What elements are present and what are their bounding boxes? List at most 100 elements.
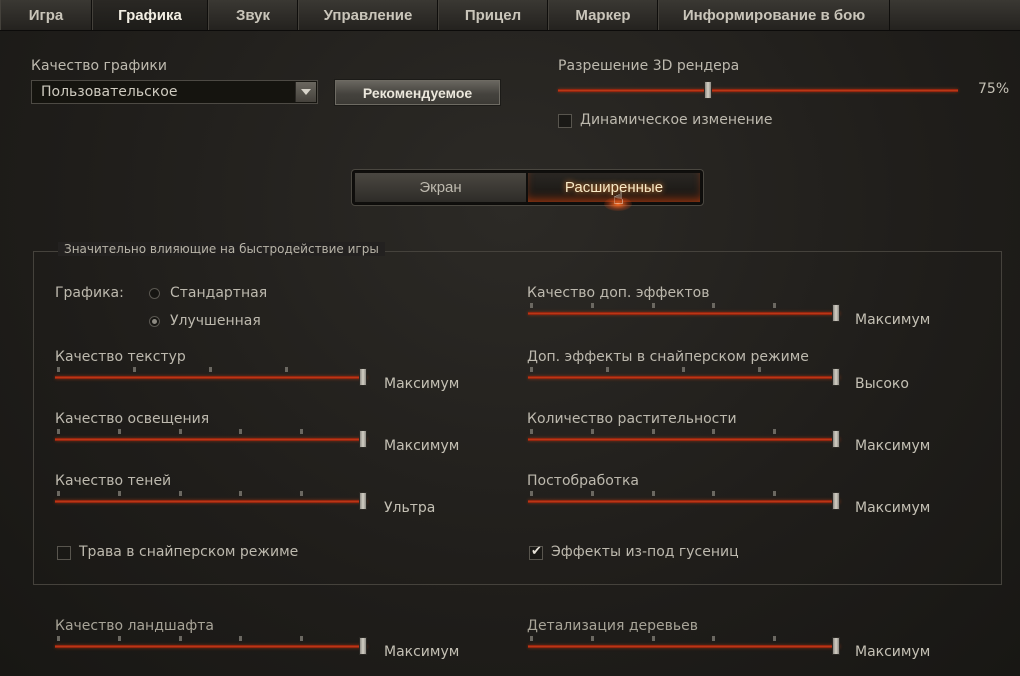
sniper-effects-label: Доп. эффекты в снайперском режиме	[527, 349, 809, 365]
effects-quality-slider[interactable]	[528, 303, 840, 323]
slider-tick	[57, 491, 60, 496]
vegetation-amount-value: Максимум	[855, 438, 931, 454]
tree-detail-value: Максимум	[855, 644, 931, 660]
slider-track	[528, 500, 840, 503]
shadow-quality-slider[interactable]	[55, 491, 367, 511]
slider-tick	[591, 303, 594, 308]
slider-thumb[interactable]	[832, 430, 840, 448]
slider-tick	[300, 636, 303, 641]
slider-tick	[591, 636, 594, 641]
slider-tick	[712, 636, 715, 641]
slider-tick	[591, 429, 594, 434]
terrain-quality-value: Максимум	[384, 644, 460, 660]
slider-track	[558, 89, 958, 92]
slider-track	[528, 376, 840, 379]
slider-tick	[652, 491, 655, 496]
vegetation-amount-slider[interactable]	[528, 429, 840, 449]
slider-tick	[209, 367, 212, 372]
slider-thumb[interactable]	[832, 492, 840, 510]
slider-tick	[239, 429, 242, 434]
tab-game[interactable]: Игра	[0, 0, 92, 30]
slider-tick	[57, 367, 60, 372]
slider-tick	[758, 367, 761, 372]
slider-thumb[interactable]	[359, 492, 367, 510]
graphics-subtabs: Экран Расширенные	[352, 170, 703, 205]
postprocessing-slider[interactable]	[528, 491, 840, 511]
slider-thumb[interactable]	[832, 304, 840, 322]
tree-detail-slider[interactable]	[528, 636, 840, 656]
slider-thumb[interactable]	[832, 637, 840, 655]
radio-standard[interactable]	[149, 288, 160, 299]
slider-thumb[interactable]	[704, 81, 712, 99]
slider-track	[55, 376, 367, 379]
slider-tick	[606, 367, 609, 372]
slider-thumb[interactable]	[359, 637, 367, 655]
slider-tick	[712, 491, 715, 496]
shadow-quality-value: Ультра	[384, 500, 436, 516]
dynamic-resolution-checkbox[interactable]	[558, 114, 572, 128]
slider-tick	[591, 491, 594, 496]
terrain-quality-slider[interactable]	[55, 636, 367, 656]
tab-sound[interactable]: Звук	[208, 0, 298, 30]
tab-battle-notifications[interactable]: Информирование в бою	[658, 0, 890, 30]
slider-thumb[interactable]	[359, 368, 367, 386]
tab-controls[interactable]: Управление	[298, 0, 438, 30]
slider-tick	[179, 429, 182, 434]
slider-tick	[530, 303, 533, 308]
slider-tick	[652, 636, 655, 641]
recommended-button[interactable]: Рекомендуемое	[334, 79, 501, 106]
graphics-quality-label: Качество графики	[31, 58, 167, 74]
slider-tick	[652, 429, 655, 434]
slider-tick	[530, 367, 533, 372]
sniper-effects-slider[interactable]	[528, 367, 840, 387]
group-title: Значительно влияющие на быстродействие и…	[58, 242, 385, 256]
render-resolution-value: 75%	[978, 81, 1010, 97]
slider-tick	[773, 636, 776, 641]
slider-tick	[57, 429, 60, 434]
slider-tick	[57, 636, 60, 641]
tab-crosshair[interactable]: Прицел	[438, 0, 548, 30]
slider-thumb[interactable]	[832, 368, 840, 386]
sniper-effects-value: Высоко	[855, 376, 909, 392]
graphics-quality-dropdown[interactable]: Пользовательское	[31, 80, 318, 104]
lighting-quality-value: Максимум	[384, 438, 460, 454]
settings-tab-bar: Игра Графика Звук Управление Прицел Марк…	[0, 0, 1020, 31]
slider-tick	[530, 491, 533, 496]
slider-track	[528, 312, 840, 315]
slider-thumb[interactable]	[359, 430, 367, 448]
lighting-quality-slider[interactable]	[55, 429, 367, 449]
tree-detail-label: Детализация деревьев	[527, 618, 699, 634]
subtab-screen[interactable]: Экран	[355, 173, 526, 202]
slider-tick	[773, 429, 776, 434]
slider-tick	[682, 367, 685, 372]
slider-track	[528, 645, 840, 648]
sniper-grass-checkbox[interactable]	[57, 546, 71, 560]
radio-improved-label: Улучшенная	[170, 313, 261, 329]
tab-graphics[interactable]: Графика	[92, 0, 208, 30]
slider-tick	[118, 491, 121, 496]
chevron-down-icon[interactable]	[295, 82, 316, 102]
slider-tick	[179, 491, 182, 496]
slider-tick	[773, 303, 776, 308]
radio-improved[interactable]	[149, 316, 160, 327]
render-resolution-slider[interactable]	[558, 80, 958, 100]
slider-track	[55, 645, 367, 648]
slider-tick	[239, 491, 242, 496]
texture-quality-slider[interactable]	[55, 367, 367, 387]
slider-tick	[300, 491, 303, 496]
tab-marker[interactable]: Маркер	[548, 0, 658, 30]
slider-tick	[133, 367, 136, 372]
track-effects-checkbox[interactable]	[529, 544, 543, 560]
slider-tick	[118, 429, 121, 434]
slider-tick	[712, 429, 715, 434]
graphics-quality-value: Пользовательское	[41, 84, 178, 100]
slider-tick	[285, 367, 288, 372]
slider-tick	[712, 303, 715, 308]
graphics-mode-label: Графика:	[55, 285, 124, 301]
render-resolution-label: Разрешение 3D рендера	[558, 58, 740, 74]
terrain-quality-label: Качество ландшафта	[55, 618, 214, 634]
slider-tick	[239, 636, 242, 641]
slider-tick	[118, 636, 121, 641]
hand-pointer-icon: ☝	[613, 188, 624, 209]
shadow-quality-label: Качество теней	[55, 473, 172, 489]
